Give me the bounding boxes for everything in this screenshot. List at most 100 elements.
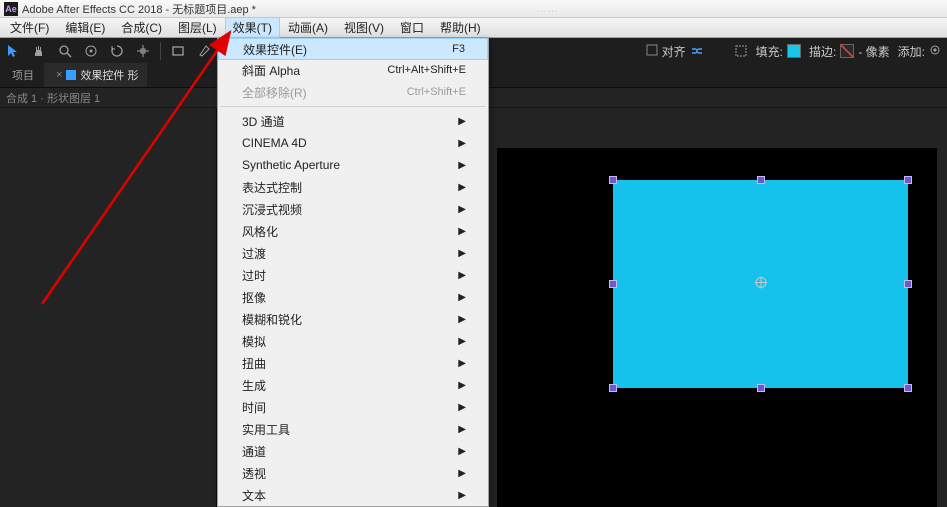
menu-perspective[interactable]: 透视▶: [218, 462, 488, 484]
snap-checkbox-icon[interactable]: [646, 44, 658, 59]
tab-project[interactable]: 项目: [4, 63, 42, 87]
chevron-right-icon: ▶: [458, 314, 466, 325]
breadcrumb-text: 合成 1 · 形状图层 1: [6, 90, 100, 106]
add-section[interactable]: 添加:: [898, 43, 941, 60]
selection-tool-icon[interactable]: [1, 39, 25, 63]
resize-handle-sw[interactable]: [609, 384, 617, 392]
title-bar: Ae Adobe After Effects CC 2018 - 无标题项目.a…: [0, 0, 947, 18]
menu-item-label: CINEMA 4D: [242, 136, 307, 150]
resize-handle-ne[interactable]: [904, 176, 912, 184]
resize-handle-w[interactable]: [609, 280, 617, 288]
chevron-right-icon: ▶: [458, 270, 466, 281]
resize-handle-se[interactable]: [904, 384, 912, 392]
resize-handle-e[interactable]: [904, 280, 912, 288]
chevron-right-icon: ▶: [458, 490, 466, 501]
resize-handle-n[interactable]: [757, 176, 765, 184]
menu-item-label: 过渡: [242, 245, 266, 262]
resize-handle-nw[interactable]: [609, 176, 617, 184]
menu-item-label: 文本: [242, 487, 266, 504]
menu-obsolete[interactable]: 过时 ▶: [218, 264, 488, 286]
anchor-point-icon[interactable]: [753, 275, 769, 294]
menu-animation[interactable]: 动画(A): [280, 17, 336, 38]
menu-bevel-alpha[interactable]: 斜面 Alpha Ctrl+Alt+Shift+E: [218, 59, 488, 81]
menu-item-label: 风格化: [242, 223, 278, 240]
orbit-tool-icon[interactable]: [79, 39, 103, 63]
add-label: 添加:: [898, 43, 925, 60]
chevron-right-icon: ▶: [458, 380, 466, 391]
menu-utility[interactable]: 实用工具▶: [218, 418, 488, 440]
snap-label: 对齐: [662, 43, 686, 60]
anchor-tool-icon[interactable]: [131, 39, 155, 63]
menu-immersive-video[interactable]: 沉浸式视频▶: [218, 198, 488, 220]
menu-channel[interactable]: 通道 ▶: [218, 440, 488, 462]
menu-cinema-4d[interactable]: CINEMA 4D ▶: [218, 132, 488, 154]
menu-stylize[interactable]: 风格化▶: [218, 220, 488, 242]
menu-file[interactable]: 文件(F): [2, 17, 57, 38]
menu-help[interactable]: 帮助(H): [432, 17, 489, 38]
menu-item-label: 时间: [242, 399, 266, 416]
menu-item-label: 生成: [242, 377, 266, 394]
menu-time[interactable]: 时间 ▶: [218, 396, 488, 418]
menu-composition[interactable]: 合成(C): [113, 17, 170, 38]
chevron-right-icon: ▶: [458, 138, 466, 149]
fill-swatch[interactable]: [787, 44, 801, 58]
chevron-right-icon: ▶: [458, 402, 466, 413]
tab-effect-controls[interactable]: × 效果控件 形: [44, 63, 147, 87]
menu-expression-controls[interactable]: 表达式控制▶: [218, 176, 488, 198]
menu-item-label: 通道: [242, 443, 266, 460]
menu-view[interactable]: 视图(V): [336, 17, 392, 38]
menu-synthetic-aperture[interactable]: Synthetic Aperture▶: [218, 154, 488, 176]
effect-controls-panel: [0, 108, 217, 507]
hand-tool-icon[interactable]: [27, 39, 51, 63]
pen-tool-icon[interactable]: [192, 39, 216, 63]
menu-distort[interactable]: 扭曲▶: [218, 352, 488, 374]
chevron-right-icon: ▶: [458, 446, 466, 457]
shape-layer[interactable]: [613, 180, 908, 388]
stroke-swatch[interactable]: [840, 44, 854, 58]
crop-section[interactable]: [734, 44, 748, 58]
menu-item-label: 效果控件(E): [243, 41, 307, 58]
close-icon[interactable]: ×: [56, 69, 62, 81]
menu-3d-channel[interactable]: 3D 通道▶: [218, 110, 488, 132]
chevron-right-icon: ▶: [458, 116, 466, 127]
rect-tool-icon[interactable]: [166, 39, 190, 63]
stroke-px-label: - 像素: [858, 43, 889, 60]
menu-item-shortcut: Ctrl+Alt+Shift+E: [387, 64, 466, 76]
menu-generate[interactable]: 生成 ▶: [218, 374, 488, 396]
menu-simulation[interactable]: 模拟▶: [218, 330, 488, 352]
menu-item-label: 过时: [242, 267, 266, 284]
menu-item-shortcut: Ctrl+Shift+E: [407, 86, 466, 98]
stroke-label: 描边:: [809, 43, 836, 60]
chevron-right-icon: ▶: [458, 424, 466, 435]
snap-toggle-icon[interactable]: [690, 43, 704, 60]
stroke-section[interactable]: 描边: - 像素: [809, 43, 890, 60]
menu-item-label: 扭曲: [242, 355, 266, 372]
menu-window[interactable]: 窗口: [392, 17, 432, 38]
zoom-tool-icon[interactable]: [53, 39, 77, 63]
tab-ghost: ……: [536, 3, 558, 15]
chevron-right-icon: ▶: [458, 248, 466, 259]
menu-transition[interactable]: 过渡 ▶: [218, 242, 488, 264]
menu-item-label: 全部移除(R): [242, 84, 307, 101]
chevron-right-icon: ▶: [458, 160, 466, 171]
menu-separator: [220, 106, 486, 107]
rotate-tool-icon[interactable]: [105, 39, 129, 63]
snap-section[interactable]: 对齐: [646, 43, 704, 60]
add-o-icon[interactable]: [929, 44, 941, 59]
menu-item-label: 模拟: [242, 333, 266, 350]
fill-section[interactable]: 填充:: [756, 43, 801, 60]
menu-item-label: 模糊和锐化: [242, 311, 302, 328]
menu-blur-sharpen[interactable]: 模糊和锐化 ▶: [218, 308, 488, 330]
menu-text[interactable]: 文本 ▶: [218, 484, 488, 506]
chevron-right-icon: ▶: [458, 292, 466, 303]
chevron-right-icon: ▶: [458, 468, 466, 479]
resize-handle-s[interactable]: [757, 384, 765, 392]
menu-effect-controls[interactable]: 效果控件(E) F3: [218, 38, 488, 60]
menu-layer[interactable]: 图层(L): [170, 17, 225, 38]
menu-edit[interactable]: 编辑(E): [57, 17, 113, 38]
layer-color-icon: [66, 70, 76, 80]
menu-keying[interactable]: 抠像▶: [218, 286, 488, 308]
chevron-right-icon: ▶: [458, 182, 466, 193]
menu-effect[interactable]: 效果(T): [225, 17, 280, 38]
chevron-right-icon: ▶: [458, 204, 466, 215]
